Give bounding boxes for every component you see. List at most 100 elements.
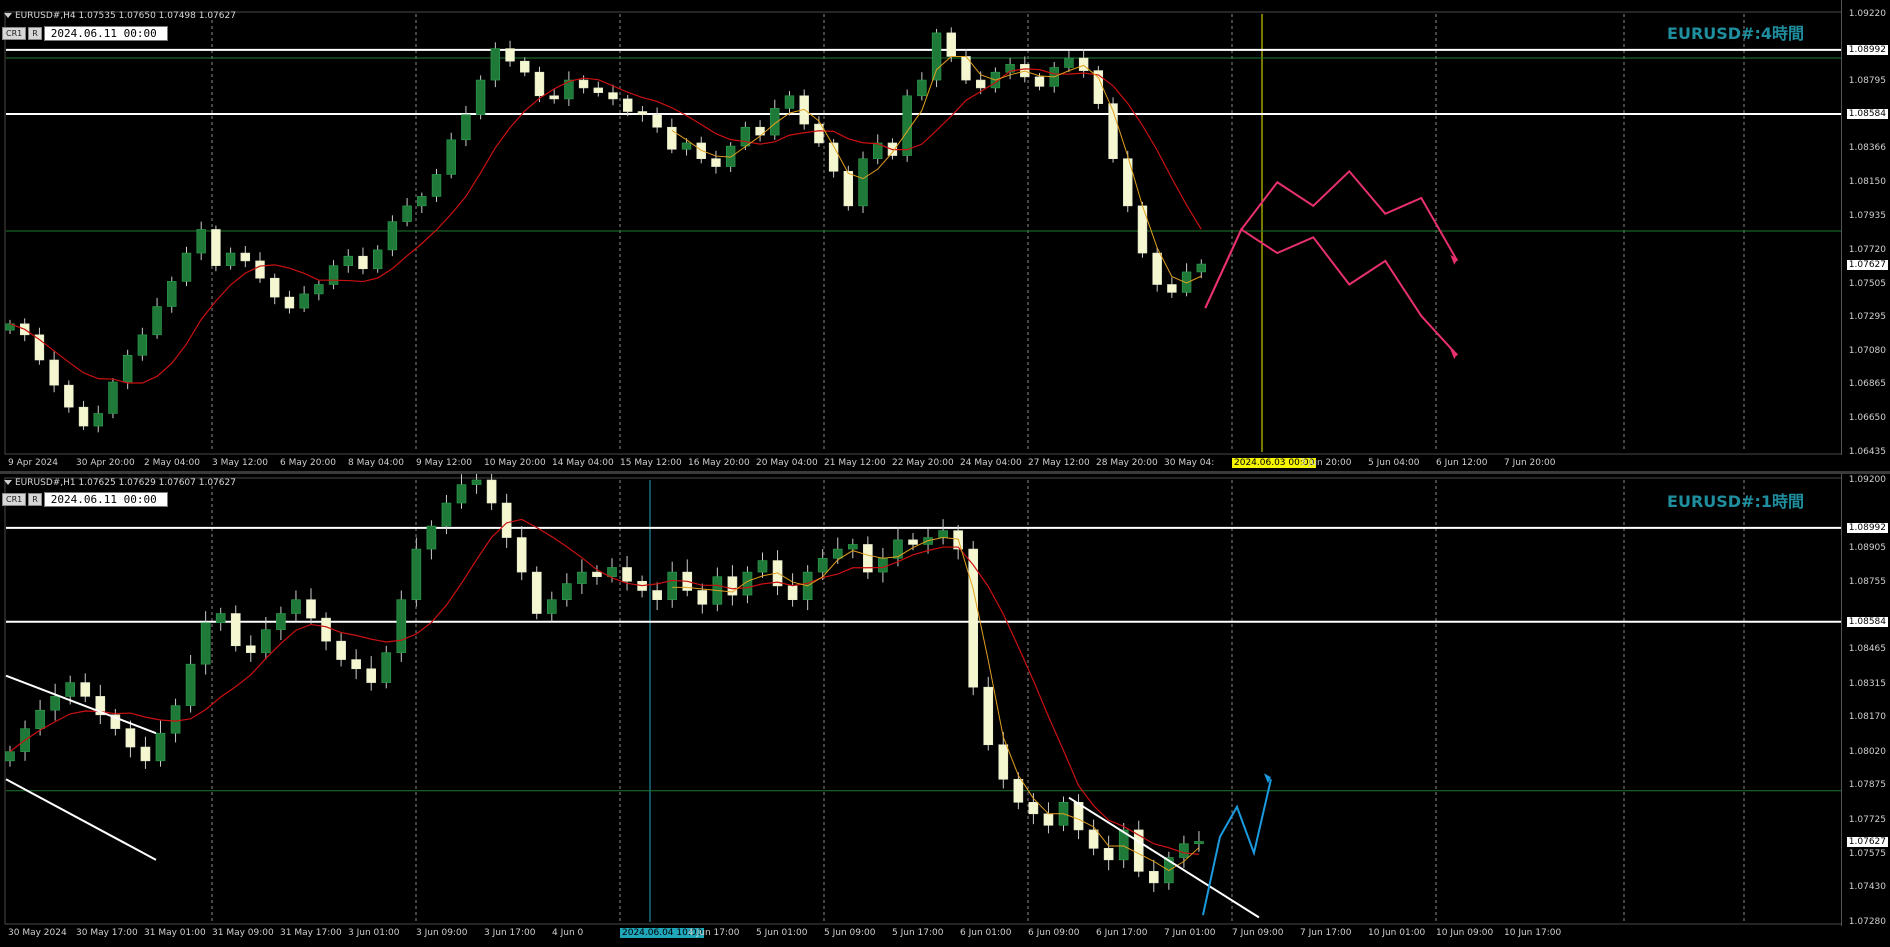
h4-chart-svg[interactable] [0, 0, 1890, 471]
h4-header-text: EURUSD#,H4 1.07535 1.07650 1.07498 1.076… [15, 11, 236, 21]
candle-body [261, 629, 271, 653]
candle-body [931, 32, 942, 81]
candle-body [652, 590, 662, 601]
candle-body [757, 560, 768, 573]
candle-body [787, 585, 798, 601]
time-tick-label: 3 Jun 09:00 [416, 928, 468, 938]
candle-body [817, 557, 828, 573]
trendline [5, 778, 157, 861]
candle-body [200, 622, 211, 665]
h1-r-button[interactable]: R [28, 493, 42, 506]
price-scale-label: 1.06650 [1848, 413, 1886, 424]
time-tick-label: 16 May 20:00 [688, 458, 750, 468]
h1-chart-svg[interactable] [0, 474, 1890, 947]
time-tick-label: 14 May 04:00 [552, 458, 614, 468]
h4-chart-panel[interactable]: EURUSD#,H4 1.07535 1.07650 1.07498 1.076… [0, 0, 1890, 474]
h1-cr1-button[interactable]: CR1 [2, 493, 27, 506]
collapse-triangle-icon[interactable] [4, 480, 12, 485]
candle-body [152, 306, 162, 336]
time-tick-label: 3 Jun 01:00 [348, 928, 400, 938]
h4-cr1-button[interactable]: CR1 [2, 27, 27, 40]
h1-watermark: EURUSD#:1時間 [1667, 492, 1804, 511]
plot-frame [4, 477, 1843, 925]
time-tick-label: 4 Jun 17:00 [688, 928, 740, 938]
candle-body [501, 502, 512, 538]
time-tick-label: 27 May 12:00 [1028, 458, 1090, 468]
candle-body [284, 296, 295, 309]
price-scale-label: 1.07725 [1848, 814, 1886, 825]
time-tick-label: 5 Jun 04:00 [1368, 458, 1420, 468]
time-tick-label: 6 May 20:00 [280, 458, 336, 468]
candle-body [1152, 252, 1162, 285]
forecast-path [1204, 169, 1459, 309]
candle-body [185, 663, 196, 706]
candle-body [255, 260, 265, 279]
time-tick-label: 7 Jun 09:00 [1232, 928, 1284, 938]
candle-body [314, 284, 324, 295]
candle-body [291, 599, 301, 614]
candle-body [211, 229, 221, 266]
candle-body [725, 145, 736, 167]
candle-body [276, 613, 286, 630]
candle-body [607, 567, 617, 577]
price-scale-label: 1.08170 [1848, 712, 1886, 723]
candle-body [64, 384, 74, 408]
candle-body [80, 682, 91, 697]
time-tick-label: 3 May 12:00 [212, 458, 268, 468]
candle-body [417, 196, 427, 207]
time-tick-label: 22 May 20:00 [892, 458, 954, 468]
collapse-triangle-icon[interactable] [4, 13, 12, 18]
candle-body [170, 705, 181, 734]
time-tick-label: 2 May 04:00 [144, 458, 200, 468]
fast-average-line [671, 55, 1202, 284]
candle-body [225, 252, 236, 266]
candle-body [1078, 57, 1089, 71]
candle-body [1179, 843, 1189, 858]
h1-date-input[interactable]: 2024.06.11 00:00 [43, 492, 168, 507]
candle-body [520, 60, 530, 73]
candle-body [622, 567, 632, 582]
plot-frame [4, 11, 1843, 455]
candle-body [196, 229, 206, 254]
h1-price-scale[interactable]: 1.09200 1.08992 1.08905 1.08755 1.08584 1.084… [1841, 474, 1890, 927]
candle-body [697, 590, 708, 605]
candle-body [65, 682, 76, 697]
candle-body [299, 293, 309, 309]
candle-body [832, 548, 843, 559]
price-scale-label: 1.06865 [1848, 379, 1886, 390]
h4-watermark: EURUSD#:4時間 [1667, 24, 1804, 43]
candle-body [908, 539, 918, 545]
candle-body [998, 744, 1009, 780]
candle-body [381, 652, 392, 683]
candle-body [270, 277, 280, 298]
candle-body [938, 530, 948, 538]
time-tick-label: 8 May 04:00 [348, 458, 404, 468]
price-scale-label: 1.07505 [1848, 278, 1886, 289]
candle-body [34, 334, 45, 361]
candle-body [446, 139, 456, 175]
h4-r-button[interactable]: R [28, 27, 42, 40]
candle-body [336, 640, 346, 660]
candle-body [230, 613, 241, 647]
h1-chart-panel[interactable]: EURUSD#,H1 1.07625 1.07629 1.07607 1.076… [0, 474, 1890, 947]
h4-price-scale[interactable]: 1.09220 1.08992 1.08795 1.08584 1.08366 1.081… [1841, 0, 1890, 457]
candle-body [878, 557, 888, 573]
time-tick-label: 10 Jun 09:00 [1436, 928, 1494, 938]
time-tick-label: 30 May 04: [1164, 458, 1215, 468]
candle-body [546, 599, 557, 614]
h4-date-input[interactable]: 2024.06.11 00:00 [43, 26, 168, 41]
candle-body [1028, 801, 1039, 815]
candle-body [125, 728, 136, 748]
candle-body [215, 613, 226, 624]
candle-body [411, 548, 422, 601]
candle-body [358, 255, 368, 270]
price-scale-label: 1.06435 [1848, 447, 1886, 457]
h1-chart-toolbar: CR1 R 2024.06.11 00:00 [2, 492, 168, 507]
candle-body [1043, 813, 1054, 826]
time-tick-label: 31 May 17:00 [280, 928, 342, 938]
time-tick-label: 4 Jun 0 [552, 928, 584, 938]
candle-body [828, 142, 839, 172]
forecast-path [1204, 227, 1459, 356]
candle-body [78, 406, 89, 427]
price-scale-label: 1.07575 [1848, 849, 1886, 860]
